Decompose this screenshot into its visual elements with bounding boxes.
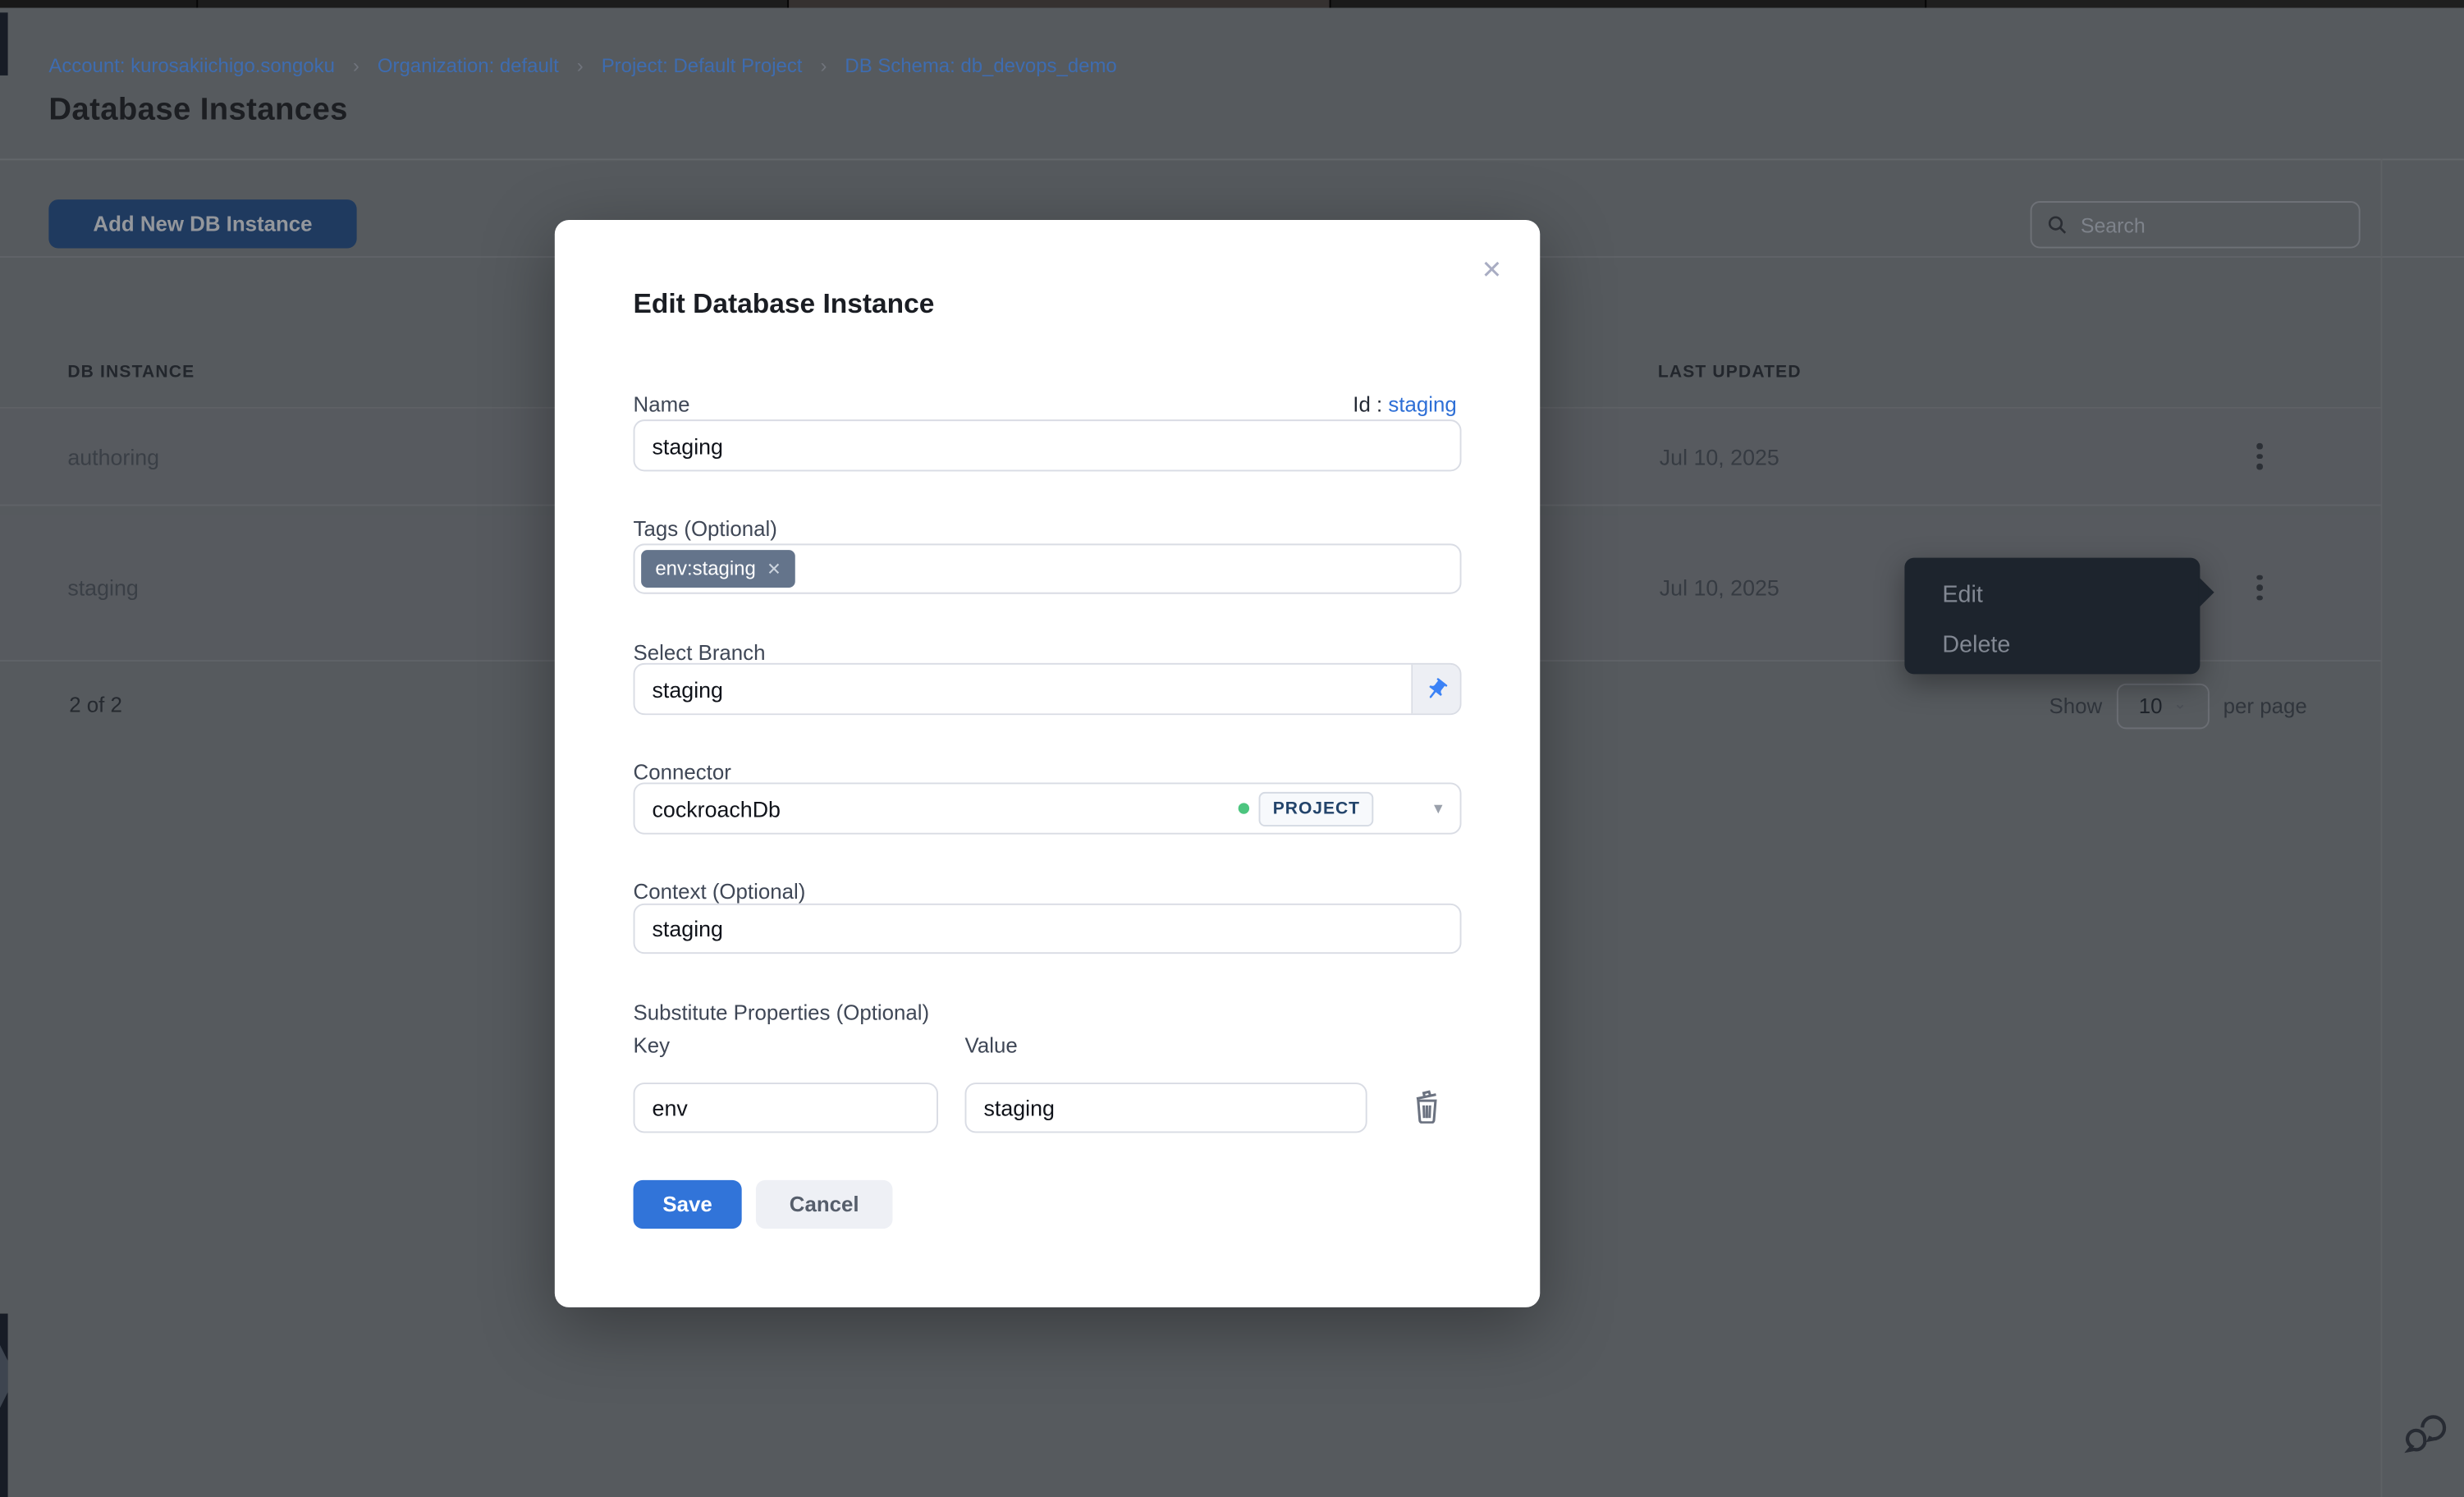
content-right-border bbox=[2381, 158, 2383, 1497]
search-box[interactable] bbox=[2031, 201, 2361, 248]
key-label: Key bbox=[634, 1034, 671, 1058]
header-divider bbox=[0, 158, 2464, 160]
substitute-value-field[interactable] bbox=[965, 1083, 1367, 1133]
modal-title: Edit Database Instance bbox=[634, 287, 935, 320]
add-db-instance-button[interactable]: Add New DB Instance bbox=[48, 199, 356, 248]
page-background: Account: kurosakiichigo.songoku › Organi… bbox=[0, 8, 2464, 1497]
tag-chip-text: env:staging bbox=[655, 558, 755, 580]
row-actions-kebab-button[interactable] bbox=[2244, 569, 2275, 607]
id-label: Id : bbox=[1353, 393, 1382, 417]
page-title: Database Instances bbox=[48, 93, 347, 129]
db-instance-name-cell: authoring bbox=[67, 444, 159, 469]
screen: Account: kurosakiichigo.songoku › Organi… bbox=[0, 0, 2464, 1497]
substitute-properties-label: Substitute Properties (Optional) bbox=[634, 1001, 930, 1025]
db-instance-name-cell: staging bbox=[67, 575, 138, 601]
column-header-db-instance: DB INSTANCE bbox=[67, 363, 195, 382]
left-edge-sliver bbox=[0, 12, 8, 76]
tab-segment bbox=[1926, 0, 2464, 8]
last-updated-cell: Jul 10, 2025 bbox=[1660, 575, 1779, 601]
page-size-select[interactable]: 10 ⌄ bbox=[2116, 684, 2209, 730]
connector-label: Connector bbox=[634, 761, 731, 785]
tags-label: Tags (Optional) bbox=[634, 517, 777, 541]
last-updated-cell: Jul 10, 2025 bbox=[1660, 444, 1779, 469]
delete-substitute-row-button[interactable] bbox=[1413, 1089, 1440, 1128]
support-chat-button[interactable] bbox=[2401, 1409, 2448, 1461]
tag-chip: env:staging ✕ bbox=[641, 550, 795, 588]
breadcrumb-separator: › bbox=[577, 55, 584, 77]
status-green-dot bbox=[1239, 803, 1249, 813]
tab-segment bbox=[198, 0, 787, 8]
branch-label: Select Branch bbox=[634, 641, 766, 665]
close-icon[interactable]: ✕ bbox=[1482, 254, 1503, 286]
tab-segment bbox=[0, 0, 196, 8]
tab-segment-active bbox=[789, 0, 1330, 8]
pagination-count: 2 of 2 bbox=[69, 693, 122, 716]
save-button[interactable]: Save bbox=[634, 1180, 742, 1229]
breadcrumb-separator: › bbox=[353, 55, 360, 77]
context-menu-item-edit[interactable]: Edit bbox=[1904, 574, 2200, 618]
branch-input[interactable] bbox=[634, 665, 1411, 713]
breadcrumb-separator: › bbox=[820, 55, 827, 77]
page-size-value: 10 bbox=[2139, 694, 2163, 718]
context-field[interactable] bbox=[634, 904, 1462, 954]
row-context-menu: Edit Delete bbox=[1904, 558, 2200, 675]
row-actions-kebab-button[interactable] bbox=[2244, 437, 2275, 475]
value-label: Value bbox=[965, 1034, 1018, 1058]
substitute-key-field[interactable] bbox=[634, 1083, 938, 1133]
breadcrumb-project-link[interactable]: Project: Default Project bbox=[602, 55, 803, 77]
branch-field bbox=[634, 663, 1462, 715]
name-label: Name bbox=[634, 393, 690, 417]
breadcrumb-organization-link[interactable]: Organization: default bbox=[378, 55, 559, 77]
show-label: Show bbox=[2050, 694, 2103, 718]
tab-segment bbox=[1331, 0, 1926, 8]
id-line: Id : staging bbox=[1353, 393, 1457, 417]
tag-remove-icon[interactable]: ✕ bbox=[767, 559, 781, 579]
context-label: Context (Optional) bbox=[634, 880, 806, 904]
per-page-label: per page bbox=[2224, 694, 2307, 718]
pagination-controls: Show 10 ⌄ per page bbox=[2050, 684, 2307, 730]
project-scope-badge: PROJECT bbox=[1259, 791, 1375, 826]
search-input[interactable] bbox=[2081, 213, 2316, 236]
search-icon bbox=[2046, 213, 2068, 236]
connector-value: cockroachDb bbox=[653, 796, 781, 822]
pin-branch-button[interactable] bbox=[1411, 665, 1459, 713]
context-menu-item-delete[interactable]: Delete bbox=[1904, 624, 2200, 668]
connector-select[interactable]: cockroachDb PROJECT ▾ bbox=[634, 782, 1462, 834]
cancel-button[interactable]: Cancel bbox=[756, 1180, 893, 1229]
breadcrumb-schema-link[interactable]: DB Schema: db_devops_demo bbox=[845, 55, 1116, 77]
breadcrumb: Account: kurosakiichigo.songoku › Organi… bbox=[48, 55, 1116, 77]
trash-icon bbox=[1413, 1089, 1440, 1124]
column-header-last-updated: LAST UPDATED bbox=[1658, 363, 1802, 382]
edit-db-instance-modal: ✕ Edit Database Instance Name Id : stagi… bbox=[555, 220, 1540, 1307]
chevron-down-icon: ▾ bbox=[1434, 799, 1443, 819]
breadcrumb-account-link[interactable]: Account: kurosakiichigo.songoku bbox=[48, 55, 335, 77]
id-value-link[interactable]: staging bbox=[1388, 393, 1456, 417]
name-field[interactable] bbox=[634, 419, 1462, 471]
context-menu-arrow bbox=[2198, 577, 2214, 608]
chat-bubbles-icon bbox=[2401, 1409, 2448, 1456]
chevron-down-icon: ⌄ bbox=[2173, 696, 2187, 713]
browser-tab-strip bbox=[0, 0, 2464, 8]
pushpin-icon bbox=[1418, 671, 1454, 707]
tags-field[interactable]: env:staging ✕ bbox=[634, 543, 1462, 593]
